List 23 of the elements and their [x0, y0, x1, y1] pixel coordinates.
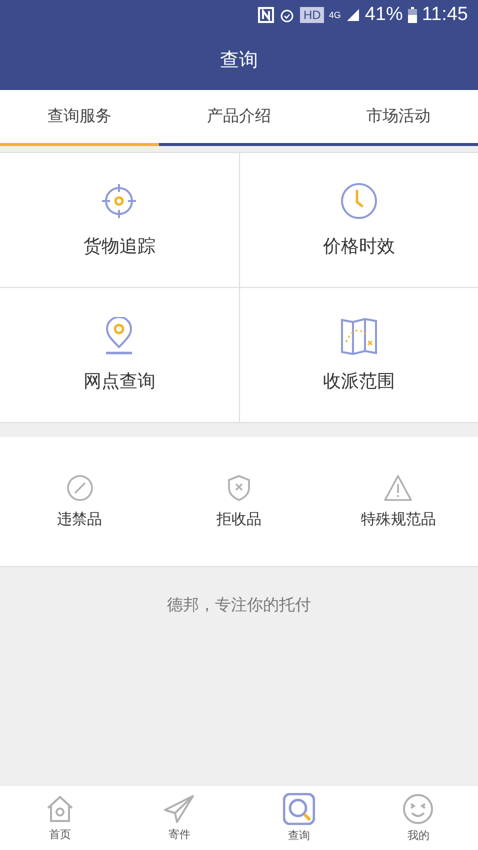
crosshair-icon [100, 182, 138, 220]
clock-time: 11:45 [422, 4, 468, 26]
hd-badge: HD [300, 7, 324, 23]
nfc-icon [258, 7, 274, 23]
warning-icon [383, 474, 414, 502]
battery-icon [408, 7, 417, 23]
service-tile[interactable]: 货物追踪 [0, 153, 238, 287]
shield-icon [226, 474, 251, 502]
service-tile[interactable]: 价格时效 [240, 153, 478, 287]
battery-percent: 41% [364, 4, 403, 26]
network-label: 4G [328, 10, 341, 20]
home-icon [44, 794, 75, 824]
folded-map-icon [340, 317, 378, 355]
service-tile[interactable]: 收派范围 [240, 288, 478, 422]
clock-icon [340, 182, 378, 220]
paper-plane-icon [163, 794, 196, 824]
service-tile[interactable]: 网点查询 [0, 288, 238, 422]
slogan-text: 德邦，专注你的托付 [167, 595, 311, 616]
signal-icon [346, 8, 360, 22]
page-title: 查询 [220, 48, 258, 73]
smiley-icon [402, 793, 434, 825]
search-icon [282, 793, 315, 825]
prohibited-icon [66, 474, 94, 502]
